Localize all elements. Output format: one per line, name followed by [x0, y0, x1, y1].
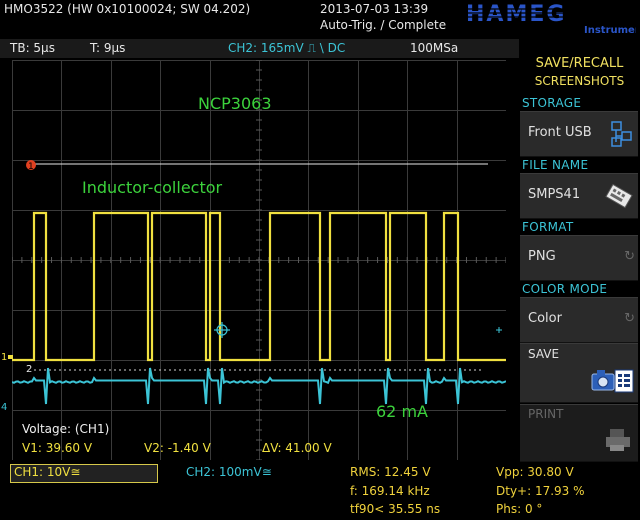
- ch1-scale[interactable]: CH1: 10V≅: [14, 465, 80, 479]
- camera-save-icon: [591, 369, 634, 393]
- ch2-scale[interactable]: CH2: 100mV≅: [186, 465, 272, 479]
- svg-text:1: 1: [28, 162, 34, 172]
- measure-fall-time: tf90< 35.55 ns: [350, 502, 441, 516]
- ch2-trigger-setting[interactable]: CH2: 165mV ⎍ \ DC: [228, 41, 345, 56]
- trigger-marker-icon[interactable]: 1: [24, 158, 38, 172]
- hameg-logo: HAMEG Instruments: [462, 1, 636, 35]
- colormode-button[interactable]: Color ↻: [520, 297, 638, 343]
- filename-button[interactable]: SMPS41: [520, 173, 638, 219]
- measure-vpp: Vpp: 30.80 V: [496, 465, 574, 479]
- annotation-chip: NCP3063: [198, 94, 272, 113]
- waveform-display[interactable]: [12, 60, 506, 460]
- usb-storage-icon: [611, 121, 632, 147]
- cursor-delta: ΔV: 41.00 V: [262, 441, 332, 455]
- keyboard-edit-icon: [605, 183, 633, 209]
- ch2-marker[interactable]: 2: [26, 364, 32, 375]
- ch2-offset-marker-icon: [496, 327, 502, 333]
- cursor-v1: V1: 39.60 V: [22, 441, 93, 455]
- format-label: FORMAT: [522, 220, 574, 234]
- storage-value: Front USB: [528, 125, 592, 140]
- save-label: SAVE: [528, 347, 560, 361]
- annotation-signal: Inductor-collector: [82, 178, 223, 197]
- sample-rate: 100MSa: [410, 41, 459, 55]
- rotary-knob-icon: ↻: [624, 311, 635, 326]
- trigger-state: Auto-Trig. / Complete: [320, 18, 447, 32]
- timebase[interactable]: TB: 5µs: [10, 41, 55, 55]
- trigger-time[interactable]: T: 9µs: [90, 41, 125, 55]
- svg-text:HAMEG: HAMEG: [466, 2, 566, 27]
- annotation-current: 62 mA: [376, 402, 428, 421]
- storage-button[interactable]: Front USB: [520, 111, 638, 157]
- ch4-marker[interactable]: 4: [1, 402, 7, 413]
- printer-icon: [606, 429, 630, 451]
- menu-title: SAVE/RECALL: [535, 56, 624, 71]
- crosshair-cursor-icon: [214, 322, 230, 338]
- format-value: PNG: [528, 249, 556, 264]
- colormode-label: COLOR MODE: [522, 282, 608, 296]
- filename-value: SMPS41: [528, 187, 581, 202]
- filename-label: FILE NAME: [522, 158, 589, 172]
- measure-rms: RMS: 12.45 V: [350, 465, 431, 479]
- save-button[interactable]: SAVE: [520, 343, 638, 403]
- cursor-title: Voltage: (CH1): [22, 422, 110, 436]
- rotary-knob-icon: ↻: [624, 249, 635, 264]
- instrument-model: HMO3522 (HW 0x10100024; SW 04.202): [4, 2, 251, 16]
- colormode-value: Color: [528, 311, 562, 326]
- measure-frequency: f: 169.14 kHz: [350, 484, 430, 498]
- ch1-marker[interactable]: 1: [1, 352, 7, 363]
- measure-phase: Phs: 0 °: [496, 502, 543, 516]
- measure-duty: Dty+: 17.93 %: [496, 484, 585, 498]
- storage-label: STORAGE: [522, 96, 582, 110]
- ch1-marker-arrow-icon: [8, 355, 13, 359]
- date-time: 2013-07-03 13:39: [320, 2, 429, 16]
- cursor-v2: V2: -1.40 V: [144, 441, 211, 455]
- print-label: PRINT: [528, 407, 564, 421]
- print-button[interactable]: PRINT: [520, 404, 638, 462]
- svg-text:Instruments: Instruments: [584, 25, 636, 35]
- format-button[interactable]: PNG ↻: [520, 235, 638, 281]
- menu-subtitle: SCREENSHOTS: [534, 74, 625, 88]
